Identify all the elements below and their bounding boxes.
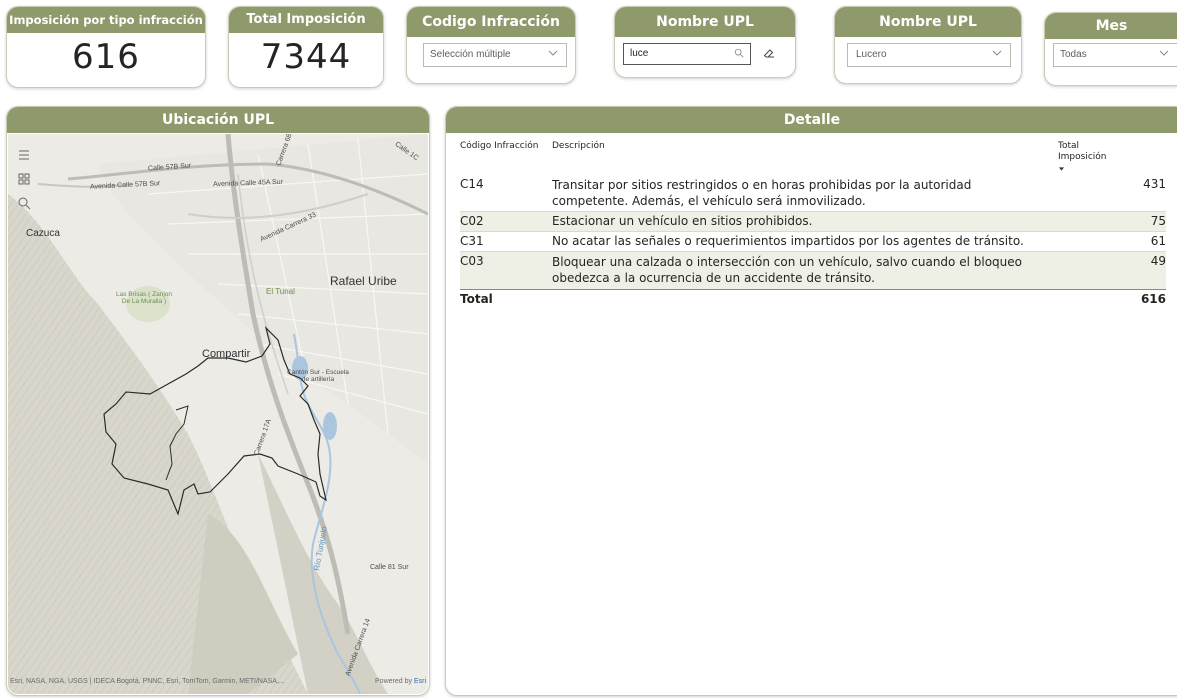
- map-label-tunal: El Tunal: [266, 287, 295, 296]
- slicer-mes: Mes Todas: [1044, 12, 1177, 86]
- search-icon[interactable]: [17, 196, 31, 210]
- upl-dropdown[interactable]: Lucero: [847, 43, 1011, 67]
- table-row[interactable]: C14 Transitar por sitios restringidos o …: [460, 175, 1166, 211]
- powered-by: Powered by Esri: [375, 678, 426, 685]
- slicer-codigo-label: Codigo Infracción: [407, 7, 575, 37]
- row-total: 75: [1150, 214, 1166, 228]
- search-icon: [734, 48, 744, 58]
- table-row[interactable]: C31 No acatar las señales o requerimient…: [460, 231, 1166, 251]
- slicer-upl-search-label: Nombre UPL: [615, 7, 795, 37]
- slicer-upl-label: Nombre UPL: [835, 7, 1021, 37]
- row-total: 49: [1150, 254, 1166, 268]
- row-desc: Bloquear una calzada o intersección con …: [552, 255, 1022, 286]
- map-label-cazuca: Cazuca: [26, 228, 60, 239]
- col-total[interactable]: Total Imposición: [1058, 141, 1114, 164]
- chevron-down-icon: [1159, 50, 1169, 56]
- attribution-text: Esri, NASA, NGA, USGS | IDECA Bogotá, PN…: [10, 678, 285, 685]
- upl-search-input[interactable]: luce: [623, 43, 751, 65]
- kpi-tipo-value: 616: [72, 37, 140, 77]
- codigo-selected: Selección múltiple: [430, 49, 511, 60]
- upl-selected: Lucero: [856, 49, 887, 60]
- row-codigo: C14: [460, 177, 484, 191]
- row-desc: Transitar por sitios restringidos o en h…: [552, 178, 972, 209]
- detalle-table: Código Infracción Descripción Total Impo…: [460, 141, 1166, 311]
- slicer-upl: Nombre UPL Lucero: [834, 6, 1022, 84]
- row-codigo: C02: [460, 214, 484, 228]
- powered-label: Powered by: [375, 678, 412, 685]
- kpi-card-tipo: Imposición por tipo infracción 616: [6, 6, 206, 88]
- map-label-brisas: Las Brisas ( Zanjon De La Muralla ): [116, 291, 172, 306]
- table-row[interactable]: C03 Bloquear una calzada o intersección …: [460, 251, 1166, 289]
- slicer-mes-label: Mes: [1045, 13, 1177, 39]
- eraser-icon[interactable]: [763, 47, 775, 59]
- terrain-map: [8, 134, 428, 694]
- codigo-dropdown[interactable]: Selección múltiple: [423, 43, 567, 67]
- row-desc: Estacionar un vehículo en sitios prohibi…: [552, 214, 813, 228]
- kpi-card-total: Total Imposición 7344: [228, 6, 384, 88]
- map-label-rafael: Rafael Uribe: [330, 274, 397, 288]
- sort-desc-icon: [1059, 167, 1064, 171]
- map-label-calle81: Calle 81 Sur: [370, 564, 409, 571]
- table-row[interactable]: C02 Estacionar un vehículo en sitios pro…: [460, 211, 1166, 231]
- mes-dropdown[interactable]: Todas: [1053, 43, 1177, 67]
- detalle-title: Detalle: [446, 107, 1177, 133]
- kpi-total-label: Total Imposición: [229, 7, 383, 33]
- hamburger-icon[interactable]: [17, 148, 31, 162]
- row-desc: No acatar las señales o requerimientos i…: [552, 234, 1024, 248]
- total-value: 616: [1140, 292, 1166, 306]
- map-attribution: Esri, NASA, NGA, USGS | IDECA Bogotá, PN…: [8, 678, 428, 690]
- row-codigo: C31: [460, 234, 484, 248]
- row-codigo: C03: [460, 254, 484, 268]
- qr-icon[interactable]: [17, 172, 31, 186]
- map-title: Ubicación UPL: [7, 107, 429, 133]
- slicer-codigo: Codigo Infracción Selección múltiple: [406, 6, 576, 84]
- col-codigo[interactable]: Código Infracción: [460, 141, 538, 151]
- chevron-down-icon: [992, 50, 1002, 56]
- total-label: Total: [460, 292, 493, 306]
- chevron-down-icon: [548, 50, 558, 56]
- map-label-compartir: Compartir: [202, 348, 251, 360]
- slicer-upl-search: Nombre UPL luce: [614, 6, 796, 78]
- col-desc[interactable]: Descripción: [552, 141, 605, 151]
- row-total: 61: [1150, 234, 1166, 248]
- kpi-tipo-label: Imposición por tipo infracción: [7, 7, 205, 33]
- map-label-canton: Cantón Sur - Escuela de artillería: [287, 369, 349, 384]
- upl-search-value: luce: [630, 48, 649, 59]
- map-toolbar: [12, 146, 36, 216]
- mes-selected: Todas: [1060, 49, 1087, 60]
- detalle-panel: Detalle Código Infracción Descripción To…: [445, 106, 1177, 696]
- map-view[interactable]: Calle 57B Sur Avenida Calle 57B Sur Aven…: [8, 134, 428, 694]
- esri-link[interactable]: Esri: [414, 678, 426, 685]
- kpi-total-value: 7344: [260, 37, 352, 77]
- table-header: Código Infracción Descripción Total Impo…: [460, 141, 1166, 171]
- row-total: 431: [1143, 177, 1166, 191]
- total-row: Total 616: [460, 289, 1166, 311]
